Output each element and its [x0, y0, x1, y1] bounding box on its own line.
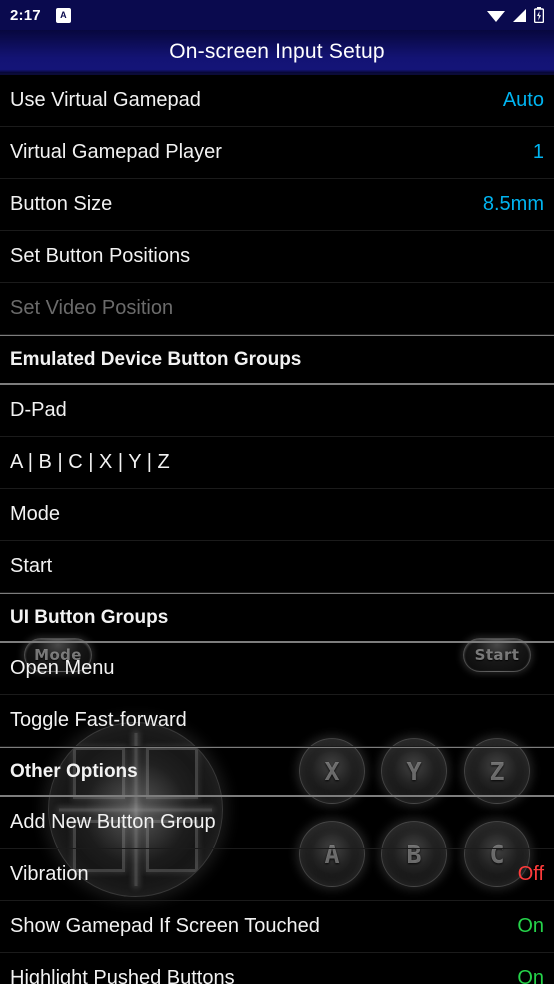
settings-row-toggle-fast-forward[interactable]: Toggle Fast-forward [0, 695, 554, 747]
section-header-label: Other Options [10, 760, 138, 782]
settings-row-button-size[interactable]: Button Size 8.5mm [0, 179, 554, 231]
settings-row-virtual-gamepad-player[interactable]: Virtual Gamepad Player 1 [0, 127, 554, 179]
settings-row-label: Use Virtual Gamepad [10, 89, 201, 111]
settings-row-label: Button Size [10, 193, 113, 215]
status-bar-icons [487, 7, 544, 23]
status-bar: 2:17 A [0, 0, 554, 30]
section-header-other-options: Other Options [0, 747, 554, 797]
status-bar-clock: 2:17 [10, 6, 41, 24]
settings-row-label: Vibration [10, 863, 89, 885]
settings-row-label: Mode [10, 503, 61, 525]
settings-row-add-new-button-group[interactable]: Add New Button Group [0, 797, 554, 849]
settings-row-value: 8.5mm [482, 193, 544, 215]
settings-row-a-b-c-x-y-z[interactable]: A | B | C | X | Y | Z [0, 437, 554, 489]
title-bar: On-screen Input Setup [0, 30, 554, 75]
settings-row-label: Set Video Position [10, 297, 174, 319]
settings-row-set-button-positions[interactable]: Set Button Positions [0, 231, 554, 283]
settings-row-label: Highlight Pushed Buttons [10, 967, 235, 984]
settings-row-label: A | B | C | X | Y | Z [10, 451, 170, 473]
settings-row-set-video-position: Set Video Position [0, 283, 554, 335]
settings-row-value: On [517, 967, 544, 984]
section-header-label: Emulated Device Button Groups [10, 348, 302, 370]
settings-row-label: Toggle Fast-forward [10, 709, 187, 731]
page-title: On-screen Input Setup [169, 39, 385, 63]
settings-row-label: Open Menu [10, 657, 115, 679]
settings-row-vibration[interactable]: Vibration Off [0, 849, 554, 901]
signal-icon [513, 8, 526, 22]
settings-row-value: 1 [532, 141, 544, 163]
settings-row-label: Start [10, 555, 53, 577]
notification-app-icon: A [55, 7, 71, 23]
settings-row-use-virtual-gamepad[interactable]: Use Virtual Gamepad Auto [0, 75, 554, 127]
section-header-emulated-device-button-groups: Emulated Device Button Groups [0, 335, 554, 385]
wifi-icon [487, 10, 505, 22]
settings-row-show-gamepad-if-screen-touched[interactable]: Show Gamepad If Screen Touched On [0, 901, 554, 953]
settings-row-label: Add New Button Group [10, 811, 216, 833]
app-root: 2:17 A On-screen Input Setup Mode Start [0, 0, 554, 984]
settings-row-d-pad[interactable]: D-Pad [0, 385, 554, 437]
settings-row-open-menu[interactable]: Open Menu [0, 643, 554, 695]
section-header-label: UI Button Groups [10, 606, 169, 628]
settings-row-value: On [517, 915, 544, 937]
settings-row-label: Virtual Gamepad Player [10, 141, 222, 163]
settings-list: Use Virtual Gamepad Auto Virtual Gamepad P… [0, 75, 554, 984]
section-header-ui-button-groups: UI Button Groups [0, 593, 554, 643]
settings-row-value: Auto [502, 89, 544, 111]
settings-row-highlight-pushed-buttons[interactable]: Highlight Pushed Buttons On [0, 953, 554, 984]
battery-charging-icon [534, 7, 544, 23]
settings-row-label: D-Pad [10, 399, 67, 421]
settings-row-label: Set Button Positions [10, 245, 191, 267]
settings-row-mode[interactable]: Mode [0, 489, 554, 541]
settings-row-label: Show Gamepad If Screen Touched [10, 915, 320, 937]
settings-row-value: Off [517, 863, 544, 885]
settings-row-start[interactable]: Start [0, 541, 554, 593]
